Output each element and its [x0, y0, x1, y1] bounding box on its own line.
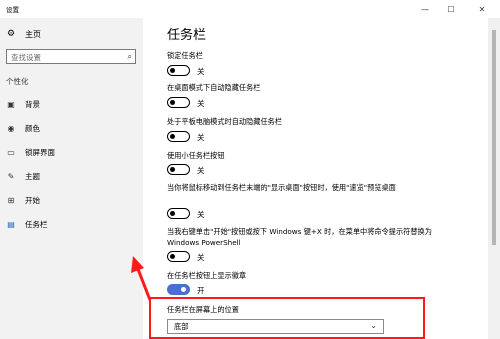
taskbar-icon: ▤: [7, 219, 15, 229]
sidebar: ⚙ 主页 查找设置 ⌕ 个性化 ▣ 背景 ◉ 颜色 ▭ 锁屏界面 ✎ 主题 ⊞ …: [0, 18, 143, 339]
image-icon: ▣: [7, 99, 15, 109]
sidebar-item-start[interactable]: ⊞ 开始: [6, 193, 40, 207]
search-input[interactable]: 查找设置 ⌕: [6, 49, 136, 64]
palette-icon: ◉: [7, 123, 15, 133]
start-icon: ⊞: [7, 195, 15, 205]
toggle-knob: [170, 67, 175, 73]
option-label: 使用小任务栏按钮: [167, 151, 225, 160]
sidebar-item-themes[interactable]: ✎ 主题: [6, 169, 40, 183]
minimize-button[interactable]: —: [412, 0, 438, 18]
lock-screen-icon: ▭: [7, 147, 15, 157]
peek-toggle[interactable]: [167, 208, 190, 219]
sidebar-item-lock-screen[interactable]: ▭ 锁屏界面: [6, 145, 55, 159]
toggle-knob: [181, 286, 186, 292]
option-label: 锁定任务栏: [167, 51, 203, 60]
small-buttons-toggle[interactable]: [167, 164, 190, 175]
toggle-knob: [170, 253, 175, 259]
toggle-knob: [170, 133, 175, 139]
maximize-button[interactable]: ☐: [438, 0, 464, 18]
section-heading: 个性化: [6, 77, 29, 86]
scrollbar[interactable]: [488, 18, 500, 339]
powershell-toggle[interactable]: [167, 251, 190, 262]
sidebar-item-background[interactable]: ▣ 背景: [6, 97, 40, 111]
sidebar-item-label: 背景: [25, 99, 40, 109]
toggle-state: 关: [197, 99, 205, 108]
search-placeholder: 查找设置: [11, 53, 41, 62]
toggle-state: 关: [197, 166, 205, 175]
option-label: 当你将鼠标移动到任务栏末端的"显示桌面"按钮时，使用"速览"预览桌面: [167, 183, 396, 192]
search-icon[interactable]: ⌕: [128, 52, 132, 62]
option-label: 在任务栏按钮上显示徽章: [167, 271, 247, 280]
toggle-state: 开: [197, 286, 205, 295]
window-title: 设置: [6, 6, 19, 14]
option-label: 在桌面模式下自动隐藏任务栏: [167, 83, 261, 92]
sidebar-item-taskbar[interactable]: ▤ 任务栏: [6, 217, 48, 231]
autohide-desktop-toggle[interactable]: [167, 97, 190, 108]
lock-taskbar-toggle[interactable]: [167, 65, 190, 76]
sidebar-item-label: 颜色: [25, 123, 40, 133]
option-label: 处于平板电脑模式时自动隐藏任务栏: [167, 117, 283, 126]
sidebar-item-colors[interactable]: ◉ 颜色: [6, 121, 41, 135]
home-label: 主页: [25, 29, 41, 39]
toggle-state: 关: [197, 210, 205, 219]
toggle-knob: [170, 166, 175, 172]
option-label: 当我右键单击"开始"按钮或按下 Windows 键+X 时，在菜单中将命令提示符…: [167, 227, 432, 247]
highlight-box: [149, 297, 425, 339]
gear-icon: ⚙: [6, 29, 16, 39]
sidebar-item-label: 锁屏界面: [25, 147, 55, 157]
close-button[interactable]: ✕: [464, 0, 500, 18]
main-content: 任务栏 锁定任务栏 关 在桌面模式下自动隐藏任务栏 关 处于平板电脑模式时自动隐…: [143, 18, 488, 339]
scrollbar-thumb[interactable]: [492, 30, 496, 245]
home-nav-item[interactable]: ⚙ 主页: [6, 27, 41, 41]
toggle-knob: [170, 99, 175, 105]
title-bar: 设置 — ☐ ✕: [0, 0, 500, 18]
sidebar-item-label: 开始: [25, 195, 40, 205]
sidebar-item-label: 主题: [25, 171, 40, 181]
toggle-state: 关: [197, 67, 205, 76]
toggle-state: 关: [197, 253, 205, 262]
toggle-state: 关: [197, 133, 205, 142]
sidebar-item-label: 任务栏: [25, 219, 48, 229]
autohide-tablet-toggle[interactable]: [167, 131, 190, 142]
toggle-knob: [170, 210, 175, 216]
badges-toggle[interactable]: [167, 284, 190, 295]
page-title: 任务栏: [167, 28, 207, 43]
theme-icon: ✎: [7, 171, 15, 181]
